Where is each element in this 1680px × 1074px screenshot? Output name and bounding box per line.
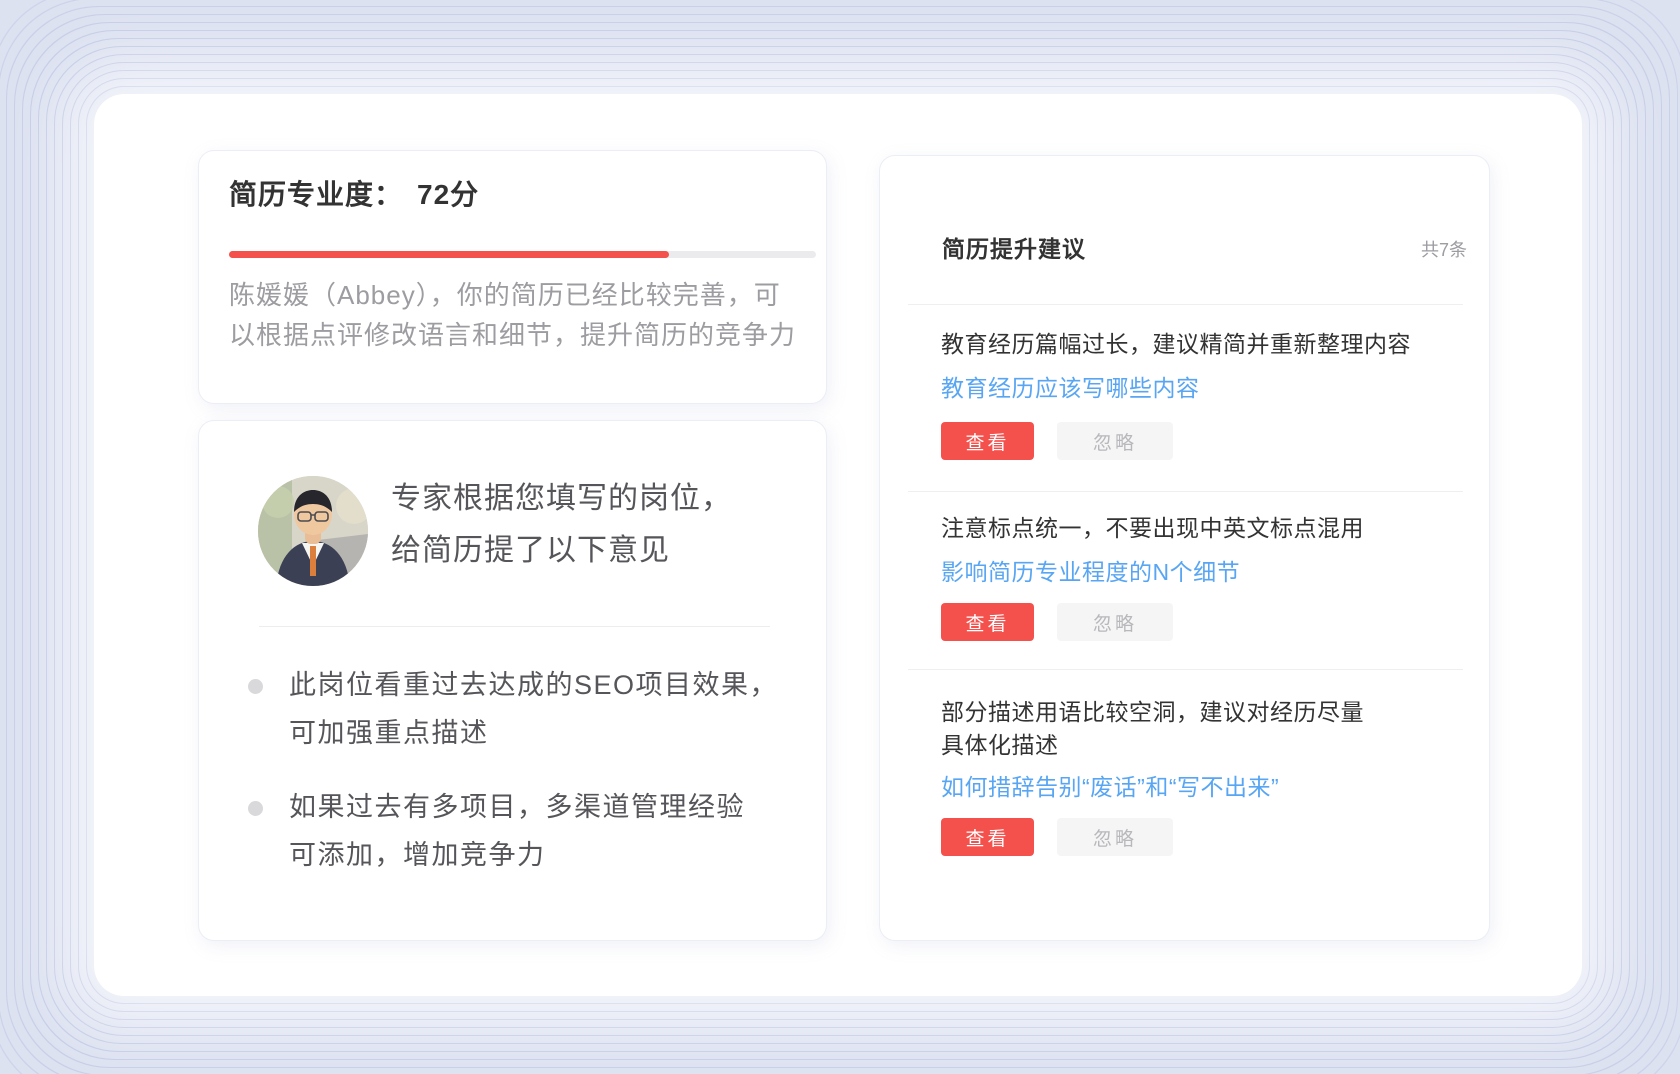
- divider: [908, 491, 1463, 492]
- suggestions-count-badge: 共7条: [1421, 236, 1467, 262]
- suggestion-title: 注意标点统一，不要出现中英文标点混用: [941, 512, 1364, 545]
- expert-card: 专家根据您填写的岗位， 给简历提了以下意见 此岗位看重过去达成的SEO项目效果，…: [198, 420, 827, 941]
- view-button[interactable]: 查看: [941, 603, 1034, 641]
- bullet-dot-icon: [248, 679, 263, 694]
- expert-avatar: [258, 476, 368, 586]
- suggestion-link[interactable]: 影响简历专业程度的N个细节: [941, 553, 1240, 587]
- ignore-button[interactable]: 忽略: [1057, 422, 1173, 460]
- divider: [908, 669, 1463, 670]
- bullet-item: 此岗位看重过去达成的SEO项目效果， 可加强重点描述: [248, 661, 778, 757]
- suggestion-link[interactable]: 如何措辞告别“废话”和“写不出来”: [941, 768, 1279, 802]
- divider: [908, 304, 1463, 305]
- suggestion-link[interactable]: 教育经历应该写哪些内容: [941, 369, 1200, 403]
- expert-intro: 专家根据您填写的岗位， 给简历提了以下意见: [391, 473, 732, 577]
- view-button[interactable]: 查看: [941, 818, 1034, 856]
- bullet-item: 如果过去有多项目，多渠道管理经验 可添加，增加竞争力: [248, 783, 745, 879]
- page-background: 简历专业度： 72分 陈媛媛（Abbey），你的简历已经比较完善，可 以根据点评修…: [0, 0, 1680, 1074]
- progress-fill: [229, 251, 669, 258]
- progress-track: [229, 251, 816, 258]
- score-label: 简历专业度：: [229, 179, 403, 210]
- suggestion-actions: 查看 忽略: [941, 603, 1173, 641]
- score-value: 72分: [417, 179, 479, 210]
- suggestion-title: 部分描述用语比较空洞，建议对经历尽量 具体化描述: [941, 696, 1364, 762]
- bullet-text: 如果过去有多项目，多渠道管理经验 可添加，增加竞争力: [289, 783, 745, 879]
- expert-avatar-image: [258, 476, 368, 586]
- ignore-button[interactable]: 忽略: [1057, 603, 1173, 641]
- score-card: 简历专业度： 72分 陈媛媛（Abbey），你的简历已经比较完善，可 以根据点评修…: [198, 150, 827, 404]
- suggestion-actions: 查看 忽略: [941, 818, 1173, 856]
- suggestions-card: 简历提升建议 共7条 教育经历篇幅过长，建议精简并重新整理内容 教育经历应该写哪…: [879, 155, 1490, 941]
- divider: [259, 626, 770, 627]
- bullet-dot-icon: [248, 801, 263, 816]
- score-card-title: 简历专业度： 72分: [229, 173, 479, 213]
- score-description: 陈媛媛（Abbey），你的简历已经比较完善，可 以根据点评修改语言和细节，提升简…: [229, 275, 821, 355]
- suggestion-title: 教育经历篇幅过长，建议精简并重新整理内容: [941, 328, 1411, 361]
- view-button[interactable]: 查看: [941, 422, 1034, 460]
- suggestion-actions: 查看 忽略: [941, 422, 1173, 460]
- bullet-text: 此岗位看重过去达成的SEO项目效果， 可加强重点描述: [289, 661, 778, 757]
- suggestions-title: 简历提升建议: [942, 230, 1086, 264]
- main-panel: 简历专业度： 72分 陈媛媛（Abbey），你的简历已经比较完善，可 以根据点评修…: [94, 94, 1582, 996]
- ignore-button[interactable]: 忽略: [1057, 818, 1173, 856]
